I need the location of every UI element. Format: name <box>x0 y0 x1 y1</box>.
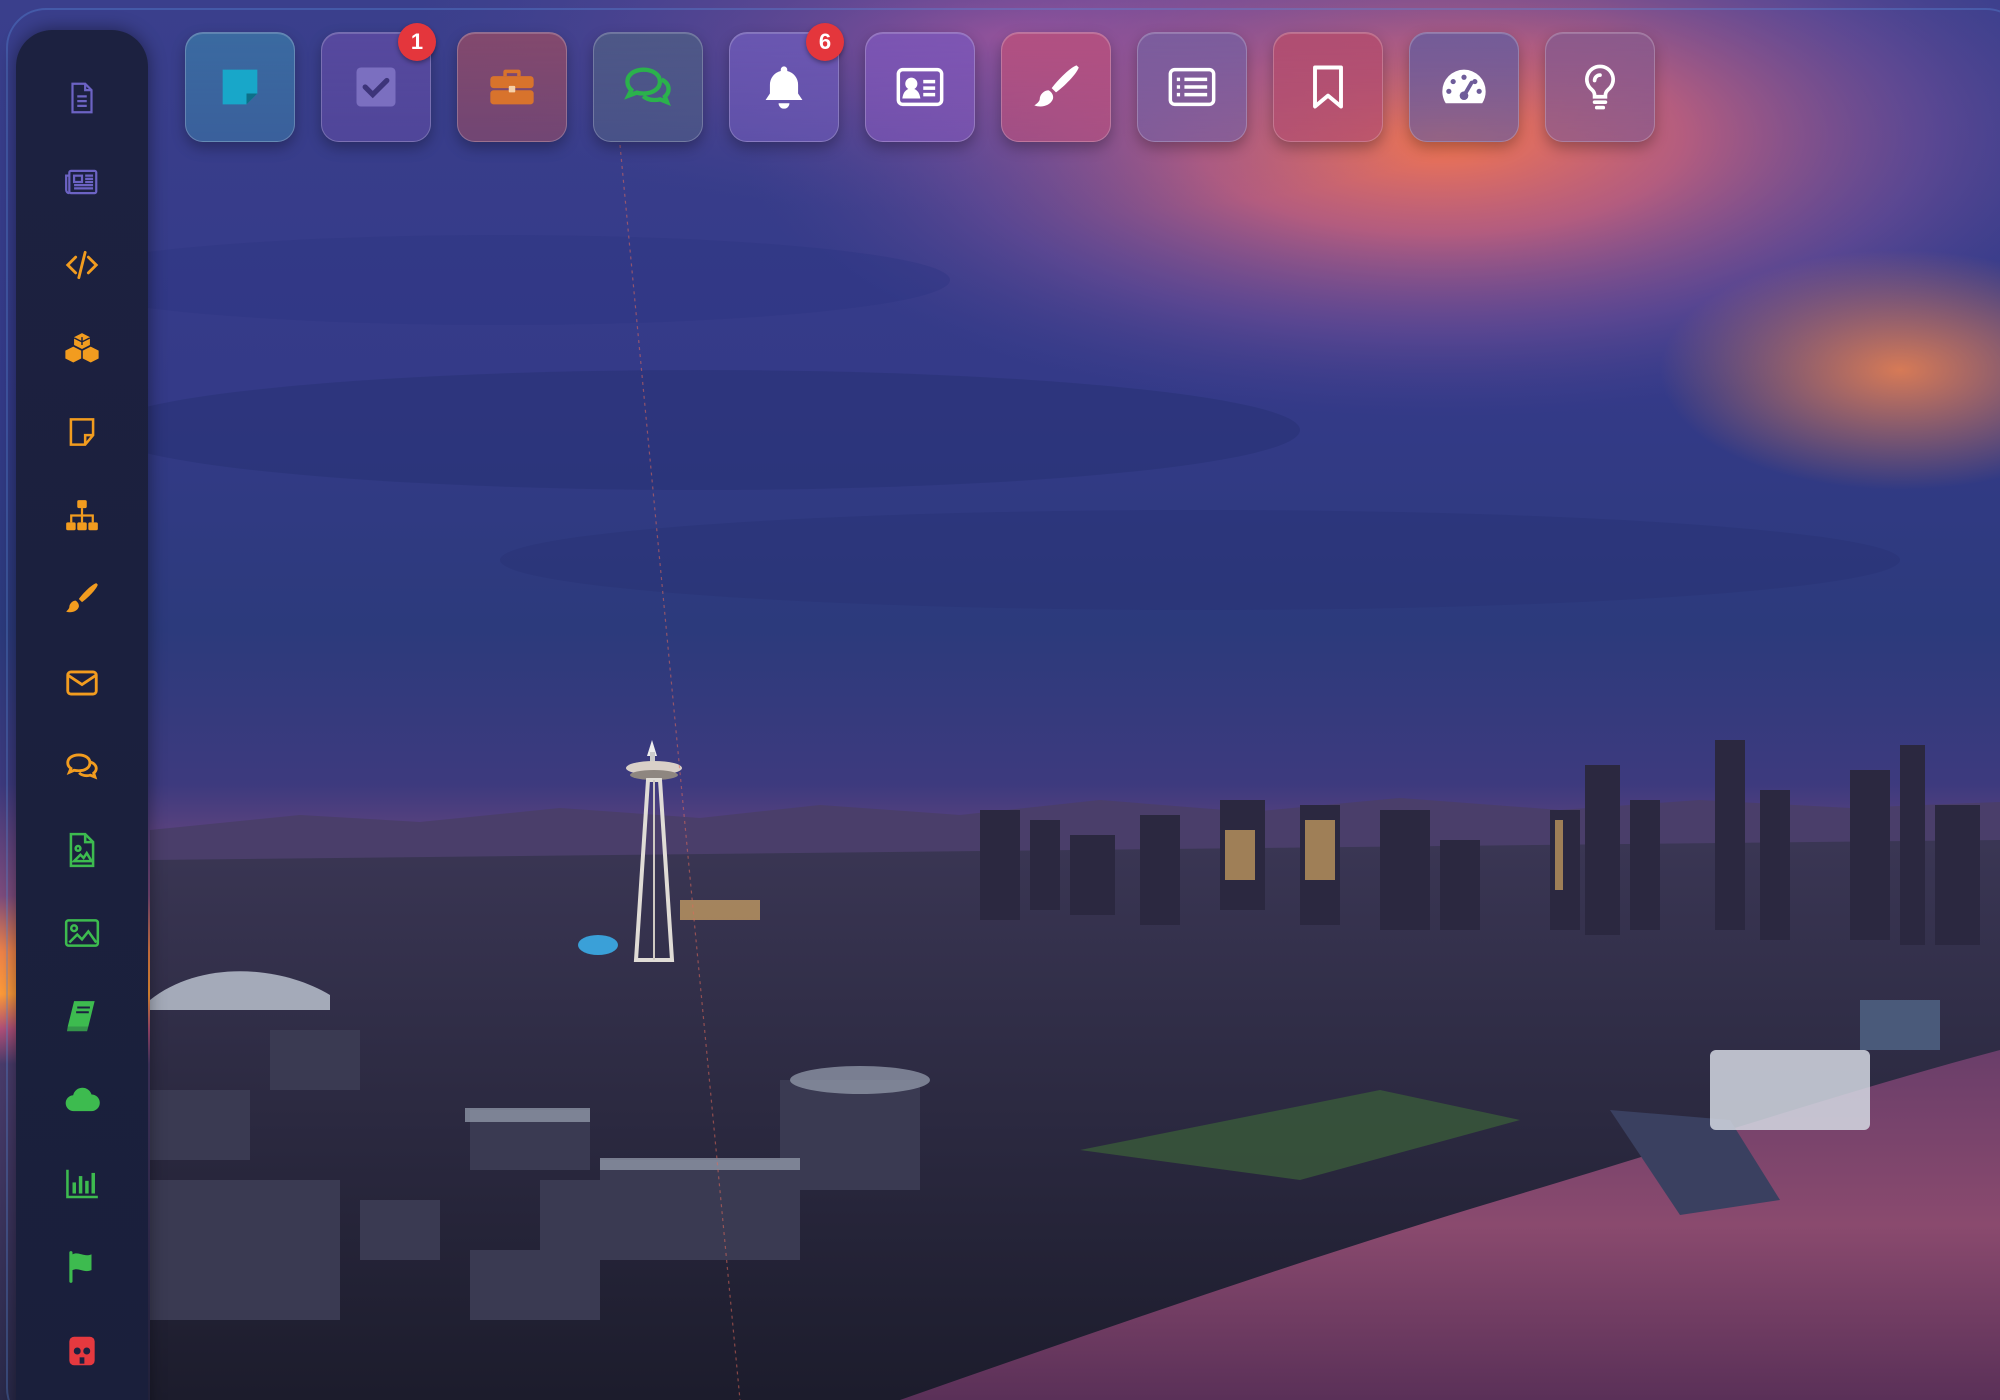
bug-icon <box>69 1336 95 1365</box>
sidebar-item-book[interactable] <box>50 985 114 1049</box>
image-icon <box>64 919 100 947</box>
dock-item-chat[interactable] <box>593 32 703 142</box>
left-sidebar <box>16 30 148 1400</box>
sidebar-item-bug[interactable] <box>50 1319 114 1383</box>
sitemap-icon <box>66 499 98 530</box>
dock-item-lightbulb[interactable] <box>1545 32 1655 142</box>
cubes-icon <box>65 332 99 362</box>
newspaper-icon <box>65 169 98 194</box>
dock-item-bookmark[interactable] <box>1273 32 1383 142</box>
sidebar-item-image-file[interactable] <box>50 818 114 882</box>
checkbox-icon <box>356 67 396 107</box>
paintbrush-icon <box>1034 65 1079 107</box>
desktop: 1 6 <box>0 0 2000 1400</box>
dock-item-list[interactable] <box>1137 32 1247 142</box>
sidebar-item-flag[interactable] <box>50 1235 114 1299</box>
bell-icon <box>765 66 803 109</box>
image-file-icon <box>69 832 95 867</box>
bar-chart-icon <box>66 1169 98 1198</box>
sidebar-item-paintbrush[interactable] <box>50 567 114 631</box>
bookmark-icon <box>1313 65 1343 109</box>
briefcase-icon <box>490 69 534 105</box>
sidebar-item-cloud[interactable] <box>50 1068 114 1132</box>
dock-item-paintbrush[interactable] <box>1001 32 1111 142</box>
dock-item-id-card[interactable] <box>865 32 975 142</box>
dashboard-gauge-icon <box>1442 69 1486 104</box>
top-dock: 1 6 <box>185 23 1655 142</box>
document-icon <box>71 82 93 114</box>
chat-bubbles-icon <box>66 753 98 780</box>
sidebar-item-code[interactable] <box>50 233 114 297</box>
id-card-icon <box>896 67 944 107</box>
book-icon <box>66 1000 95 1031</box>
dock-item-briefcase[interactable] <box>457 32 567 142</box>
sidebar-item-sticky-note[interactable] <box>50 400 114 464</box>
sidebar-item-newspaper[interactable] <box>50 150 114 214</box>
sidebar-item-chat[interactable] <box>50 734 114 798</box>
sidebar-item-image[interactable] <box>50 901 114 965</box>
code-icon <box>65 250 99 280</box>
dock-item-checkbox[interactable]: 1 <box>321 23 436 142</box>
sidebar-item-cubes[interactable] <box>50 317 114 381</box>
sticky-note-icon <box>69 418 95 446</box>
notification-badge: 6 <box>806 23 844 61</box>
sticky-note-icon <box>222 69 258 105</box>
sidebar-item-document[interactable] <box>50 66 114 130</box>
envelope-icon <box>66 669 98 696</box>
chat-bubbles-icon <box>624 67 671 107</box>
list-icon <box>1168 67 1216 107</box>
sidebar-item-envelope[interactable] <box>50 651 114 715</box>
lightbulb-icon <box>1585 64 1615 110</box>
wallpaper-city-sunset <box>0 0 2000 1400</box>
sidebar-item-sitemap[interactable] <box>50 484 114 548</box>
cloud-icon <box>65 1087 100 1112</box>
dock-item-dashboard[interactable] <box>1409 32 1519 142</box>
sidebar-item-bar-chart[interactable] <box>50 1152 114 1216</box>
dock-item-sticky-note[interactable] <box>185 32 295 142</box>
flag-icon <box>69 1251 92 1283</box>
dock-item-bell[interactable]: 6 <box>729 23 844 142</box>
notification-badge: 1 <box>398 23 436 61</box>
paintbrush-icon <box>66 583 98 613</box>
